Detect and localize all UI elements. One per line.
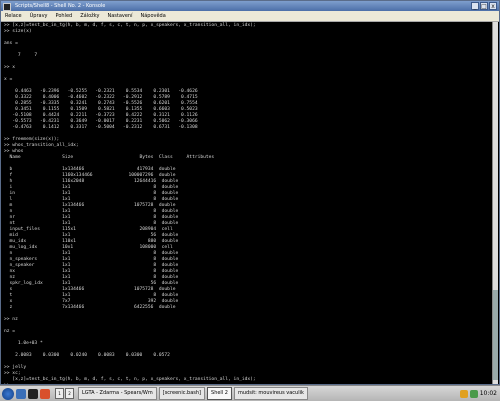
scrollbar-thumb[interactable] bbox=[493, 290, 498, 380]
close-button[interactable]: x bbox=[489, 2, 497, 10]
clock[interactable]: 10:02 bbox=[480, 387, 497, 400]
menu-pohled[interactable]: Pohled bbox=[51, 11, 76, 21]
kde-menu-icon[interactable] bbox=[2, 387, 14, 400]
task-lgta[interactable]: LGTA - Zdarma - Spears/Wm bbox=[78, 387, 157, 400]
maximize-button[interactable]: □ bbox=[480, 2, 488, 10]
task-mudsit[interactable]: mudsit: mouvireus vaculik bbox=[233, 387, 308, 400]
network-icon[interactable] bbox=[469, 389, 478, 398]
window-controls: _ □ x bbox=[471, 2, 497, 10]
menu-bar: Relace Úpravy Pohled Záložky Nastavení N… bbox=[1, 11, 499, 22]
taskbar: 1 2 LGTA - Zdarma - Spears/Wm [screenic.… bbox=[0, 385, 500, 401]
app-icon[interactable] bbox=[3, 3, 11, 11]
menu-relace[interactable]: Relace bbox=[1, 11, 26, 21]
terminal-line: >> bbox=[4, 383, 489, 384]
menu-upravy[interactable]: Úpravy bbox=[26, 11, 52, 21]
task-screenic[interactable]: [screenic.bash] bbox=[158, 387, 206, 400]
desktop-pager: 1 2 bbox=[55, 388, 75, 399]
terminal-icon[interactable] bbox=[28, 388, 38, 399]
menu-napoveda[interactable]: Nápověda bbox=[136, 11, 169, 21]
task-shell[interactable]: Shell 2 bbox=[207, 387, 232, 400]
title-bar[interactable]: Scripts/Shell8 - Shell No. 2 - Konsole _… bbox=[1, 1, 499, 11]
konsole-window: Scripts/Shell8 - Shell No. 2 - Konsole _… bbox=[0, 0, 500, 385]
scrollbar[interactable] bbox=[492, 22, 498, 384]
window-title: Scripts/Shell8 - Shell No. 2 - Konsole bbox=[15, 3, 106, 9]
menu-nastaveni[interactable]: Nastavení bbox=[103, 11, 136, 21]
browser-icon[interactable] bbox=[40, 388, 50, 399]
volume-icon[interactable] bbox=[459, 389, 468, 398]
desktop-1[interactable]: 1 bbox=[55, 388, 64, 399]
home-icon[interactable] bbox=[16, 388, 26, 399]
menu-zalozky[interactable]: Záložky bbox=[76, 11, 103, 21]
desktop-2[interactable]: 2 bbox=[65, 388, 74, 399]
system-tray: 10:02 bbox=[459, 387, 500, 400]
terminal-output[interactable]: >> [x,z]=test_bc_in_tg(h, b, m, d, f, s,… bbox=[1, 22, 492, 384]
minimize-button[interactable]: _ bbox=[471, 2, 479, 10]
